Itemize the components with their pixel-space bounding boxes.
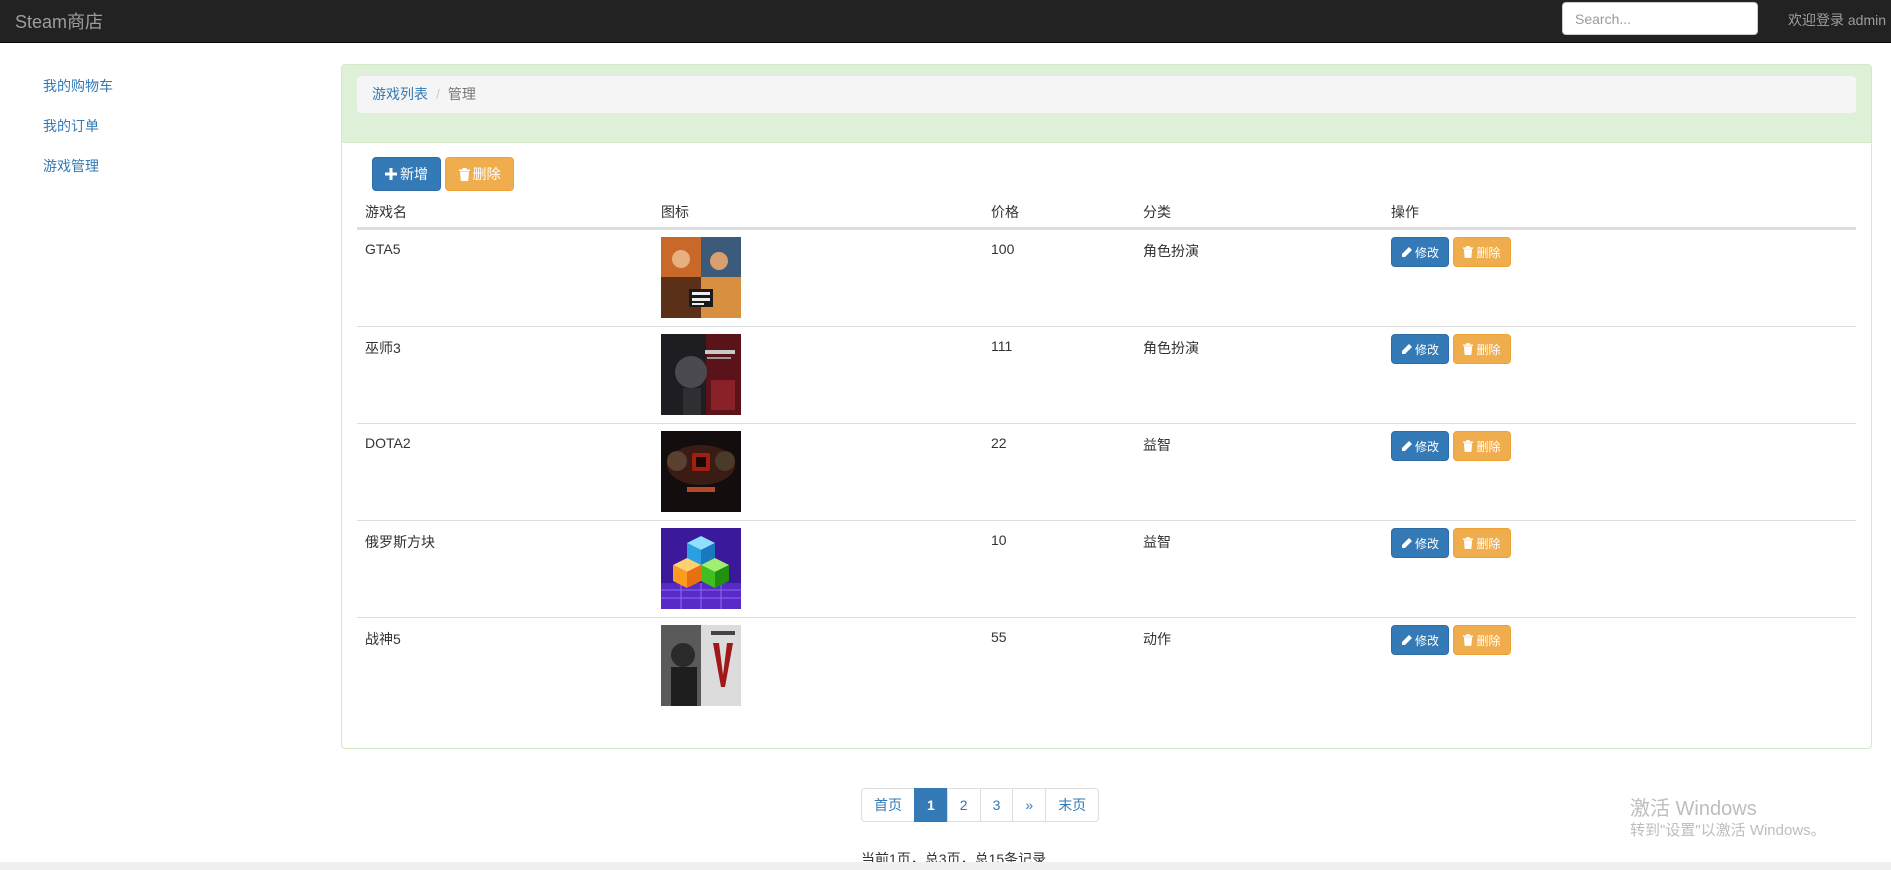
panel-heading: 游戏列表 / 管理 (342, 65, 1871, 143)
edit-button[interactable]: 修改 (1391, 334, 1449, 364)
game-price: 10 (991, 532, 1007, 548)
game-icon-image (661, 625, 741, 706)
game-name: 巫师3 (365, 340, 401, 356)
game-price: 111 (991, 338, 1013, 354)
trash-icon (1463, 634, 1474, 646)
top-navbar: Steam商店 欢迎登录 admin (0, 0, 1891, 43)
trash-icon (1463, 343, 1474, 355)
edit-button[interactable]: 修改 (1391, 625, 1449, 655)
trash-icon (1463, 537, 1474, 549)
edit-button-label: 修改 (1414, 633, 1439, 648)
pencil-icon (1401, 343, 1412, 354)
table-header: 游戏名 图标 价格 分类 操作 (357, 195, 1856, 229)
table-row: 巫师3 111 角色扮演 修改 删除 (357, 326, 1856, 423)
delete-button-label: 删除 (1476, 536, 1501, 551)
game-category: 益智 (1143, 437, 1171, 453)
delete-button-label: 删除 (1476, 342, 1501, 357)
activation-watermark-title: 激活 Windows (1630, 798, 1757, 820)
pencil-icon (1401, 537, 1412, 548)
brand-link[interactable]: Steam商店 (15, 8, 103, 34)
delete-button-label: 删除 (1476, 439, 1501, 454)
game-price: 100 (991, 241, 1015, 257)
game-name: GTA5 (365, 241, 401, 257)
edit-button-label: 修改 (1414, 342, 1439, 357)
game-category: 角色扮演 (1143, 340, 1199, 356)
edit-button[interactable]: 修改 (1391, 528, 1449, 558)
pencil-icon (1401, 440, 1412, 451)
delete-button[interactable]: 删除 (1453, 334, 1511, 364)
bottom-strip (0, 862, 1891, 870)
pagination: 首页 1 2 3 » 末页 (861, 788, 1100, 822)
pagination-last[interactable]: 末页 (1045, 788, 1100, 822)
pagination-first[interactable]: 首页 (861, 788, 915, 822)
trash-icon (458, 167, 470, 181)
table-row: DOTA2 22 益智 修改 删除 (357, 423, 1856, 520)
main-panel: 游戏列表 / 管理 新增 删除 游戏名 图标 价格 分类 操作 GTA5 100… (341, 64, 1872, 749)
header-icon: 图标 (661, 204, 689, 220)
pagination-page-2[interactable]: 2 (946, 788, 981, 822)
table-row: 俄罗斯方块 10 益智 修改 删除 (357, 520, 1856, 617)
game-table: 游戏名 图标 价格 分类 操作 GTA5 100 角色扮演 修改 删除 巫师3 … (357, 195, 1856, 714)
breadcrumb-active: 管理 (447, 86, 476, 102)
pencil-icon (1401, 634, 1412, 645)
sidebar-item-game-management[interactable]: 游戏管理 (28, 146, 308, 186)
sidebar-item-cart[interactable]: 我的购物车 (28, 66, 308, 106)
breadcrumb-separator: / (436, 86, 440, 102)
breadcrumb: 游戏列表 / 管理 (357, 76, 1856, 113)
delete-button-label: 删除 (1476, 245, 1501, 260)
game-price: 22 (991, 435, 1007, 451)
search-input[interactable] (1562, 2, 1758, 35)
game-category: 动作 (1143, 631, 1171, 647)
edit-button-label: 修改 (1414, 245, 1439, 260)
pagination-page-1[interactable]: 1 (914, 788, 948, 822)
table-row: 战神5 55 动作 修改 删除 (357, 617, 1856, 714)
welcome-user-link[interactable]: 欢迎登录 admin (1788, 10, 1886, 30)
trash-icon (1463, 440, 1474, 452)
sidebar-item-orders[interactable]: 我的订单 (28, 106, 308, 146)
sidebar: 我的购物车 我的订单 游戏管理 (28, 66, 308, 186)
activation-watermark-subtitle: 转到"设置"以激活 Windows。 (1630, 822, 1826, 839)
game-icon-image (661, 334, 741, 415)
header-game-name: 游戏名 (365, 204, 407, 220)
table-row: GTA5 100 角色扮演 修改 删除 (357, 229, 1856, 326)
plus-icon (385, 168, 397, 180)
game-icon-image (661, 528, 741, 609)
game-category: 角色扮演 (1143, 243, 1199, 259)
game-name: 俄罗斯方块 (365, 534, 435, 550)
pagination-page-3[interactable]: 3 (979, 788, 1014, 822)
game-icon-image (661, 237, 741, 318)
edit-button-label: 修改 (1414, 439, 1439, 454)
edit-button[interactable]: 修改 (1391, 237, 1449, 267)
game-category: 益智 (1143, 534, 1171, 550)
delete-button-label: 删除 (1476, 633, 1501, 648)
delete-button[interactable]: 删除 (1453, 625, 1511, 655)
game-name: DOTA2 (365, 435, 411, 451)
game-name: 战神5 (365, 631, 401, 647)
game-icon-image (661, 431, 741, 512)
edit-button[interactable]: 修改 (1391, 431, 1449, 461)
trash-icon (1463, 246, 1474, 258)
bulk-delete-button-label: 删除 (472, 166, 501, 182)
header-price: 价格 (991, 204, 1019, 220)
pagination-next[interactable]: » (1012, 788, 1047, 822)
header-category: 分类 (1143, 204, 1171, 220)
pencil-icon (1401, 246, 1412, 257)
edit-button-label: 修改 (1414, 536, 1439, 551)
delete-button[interactable]: 删除 (1453, 237, 1511, 267)
breadcrumb-link-game-list[interactable]: 游戏列表 (372, 86, 428, 102)
add-button[interactable]: 新增 (372, 157, 441, 191)
bulk-delete-button[interactable]: 删除 (445, 157, 514, 191)
header-actions: 操作 (1391, 204, 1419, 220)
delete-button[interactable]: 删除 (1453, 528, 1511, 558)
game-price: 55 (991, 629, 1007, 645)
delete-button[interactable]: 删除 (1453, 431, 1511, 461)
add-button-label: 新增 (400, 166, 428, 182)
